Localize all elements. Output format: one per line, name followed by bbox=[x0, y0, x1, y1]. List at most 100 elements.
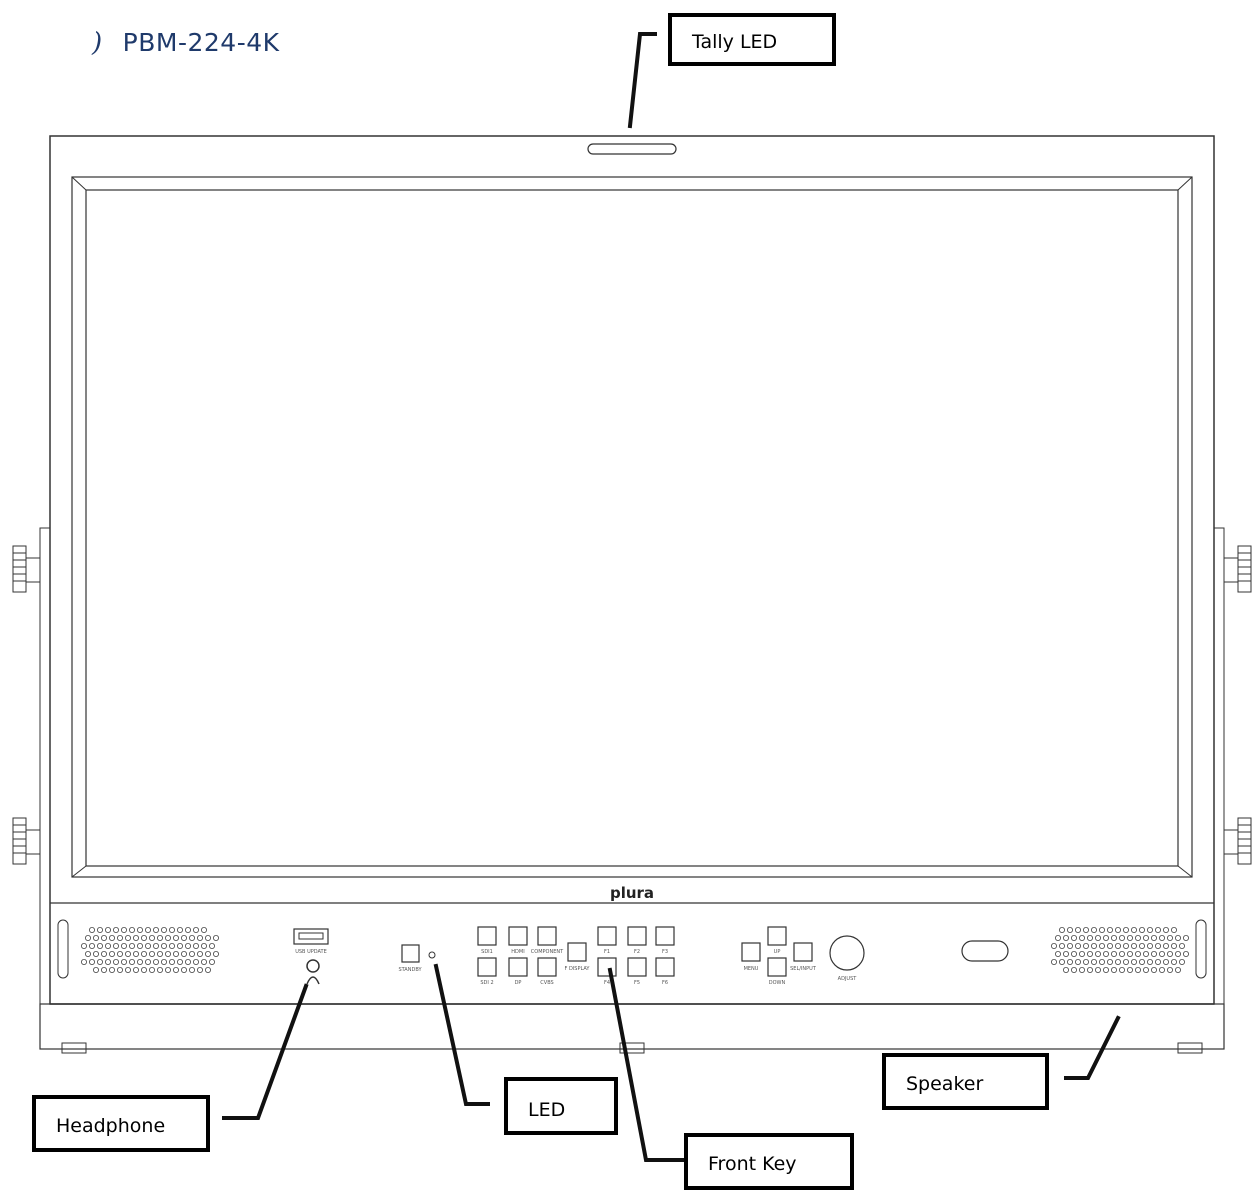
speaker-hole bbox=[1175, 935, 1182, 942]
svg-text:SDI1: SDI1 bbox=[481, 949, 493, 955]
speaker-hole bbox=[176, 927, 183, 934]
speaker-hole bbox=[172, 935, 179, 942]
svg-text:F4: F4 bbox=[604, 980, 610, 986]
speaker-hole bbox=[176, 959, 183, 966]
speaker-hole bbox=[1135, 951, 1142, 958]
speaker-hole bbox=[113, 943, 120, 950]
left-speaker-grille bbox=[81, 927, 219, 974]
speaker-hole bbox=[125, 951, 132, 958]
right-upper-knob bbox=[1223, 545, 1252, 593]
speaker-hole bbox=[1175, 967, 1182, 974]
speaker-hole bbox=[168, 959, 175, 966]
speaker-hole bbox=[1183, 951, 1190, 958]
speaker-hole bbox=[1083, 943, 1090, 950]
speaker-hole bbox=[1075, 943, 1082, 950]
speaker-hole bbox=[113, 927, 120, 934]
speaker-hole bbox=[1099, 927, 1106, 934]
speaker-hole bbox=[160, 927, 167, 934]
speaker-hole bbox=[1111, 935, 1118, 942]
speaker-hole bbox=[105, 927, 112, 934]
speaker-hole bbox=[128, 943, 135, 950]
speaker-hole bbox=[1183, 935, 1190, 942]
speaker-hole bbox=[1139, 943, 1146, 950]
speaker-hole bbox=[109, 951, 116, 958]
speaker-hole bbox=[1123, 927, 1130, 934]
headphone-callout: Headphone bbox=[32, 1095, 210, 1152]
speaker-hole bbox=[1167, 951, 1174, 958]
speaker-hole bbox=[1151, 967, 1158, 974]
monitor-stand bbox=[39, 1003, 1225, 1050]
speaker-hole bbox=[1067, 943, 1074, 950]
speaker-hole bbox=[148, 935, 155, 942]
speaker-hole bbox=[1115, 927, 1122, 934]
speaker-hole bbox=[204, 967, 211, 974]
speaker-hole bbox=[105, 959, 112, 966]
speaker-hole bbox=[192, 927, 199, 934]
speaker-hole bbox=[1087, 967, 1094, 974]
right-lower-knob bbox=[1223, 817, 1252, 865]
speaker-hole bbox=[140, 951, 147, 958]
speaker-hole bbox=[1139, 959, 1146, 966]
right-speaker-grille bbox=[1051, 927, 1190, 974]
speaker-hole bbox=[1071, 935, 1078, 942]
speaker-hole bbox=[1171, 959, 1178, 966]
speaker-hole bbox=[196, 967, 203, 974]
speaker-hole bbox=[101, 951, 108, 958]
speaker-hole bbox=[93, 951, 100, 958]
monitor-drawing: plura USB UPDATE STANDBY SDI1 HDMI COMPO… bbox=[12, 32, 1252, 1162]
speaker-hole bbox=[1123, 943, 1130, 950]
speaker-hole bbox=[200, 959, 207, 966]
speaker-hole bbox=[176, 943, 183, 950]
speaker-hole bbox=[136, 959, 143, 966]
speaker-hole bbox=[97, 927, 104, 934]
speaker-hole bbox=[196, 951, 203, 958]
speaker-hole bbox=[1099, 959, 1106, 966]
headphone-jack bbox=[306, 959, 320, 973]
speaker-hole bbox=[1111, 951, 1118, 958]
component-button bbox=[537, 926, 557, 946]
speaker-hole bbox=[1055, 951, 1062, 958]
speaker-hole bbox=[1103, 951, 1110, 958]
speaker-hole bbox=[212, 935, 219, 942]
speaker-hole bbox=[164, 967, 171, 974]
status-led bbox=[428, 951, 436, 959]
speaker-hole bbox=[144, 959, 151, 966]
speaker-hole bbox=[1079, 951, 1086, 958]
speaker-hole bbox=[1091, 927, 1098, 934]
svg-text:UP: UP bbox=[774, 949, 781, 955]
speaker-hole bbox=[1131, 943, 1138, 950]
speaker-hole bbox=[1051, 943, 1058, 950]
left-upper-knob bbox=[12, 545, 41, 593]
speaker-hole bbox=[1151, 935, 1158, 942]
svg-text:F6: F6 bbox=[662, 980, 668, 986]
led-callout: LED bbox=[504, 1077, 618, 1135]
sdi1-button bbox=[477, 926, 497, 946]
speaker-hole bbox=[1067, 927, 1074, 934]
speaker-hole bbox=[172, 951, 179, 958]
svg-text:COMPONENT: COMPONENT bbox=[531, 949, 564, 955]
speaker-hole bbox=[196, 935, 203, 942]
speaker-hole bbox=[97, 943, 104, 950]
speaker-hole bbox=[1167, 935, 1174, 942]
speaker-hole bbox=[1159, 967, 1166, 974]
speaker-hole bbox=[188, 935, 195, 942]
speaker-hole bbox=[121, 943, 128, 950]
f1-button bbox=[597, 926, 617, 946]
brand-logo: plura bbox=[610, 884, 654, 902]
f4-button bbox=[597, 957, 617, 977]
speaker-hole bbox=[1063, 967, 1070, 974]
speaker-hole bbox=[1083, 927, 1090, 934]
speaker-hole bbox=[109, 935, 116, 942]
tally-led-leader bbox=[627, 32, 657, 129]
speaker-hole bbox=[144, 927, 151, 934]
speaker-hole bbox=[1075, 959, 1082, 966]
svg-text:ADJUST: ADJUST bbox=[838, 976, 858, 982]
f6-button bbox=[655, 957, 675, 977]
speaker-hole bbox=[1095, 967, 1102, 974]
speaker-hole bbox=[1103, 935, 1110, 942]
speaker-hole bbox=[125, 935, 132, 942]
speaker-hole bbox=[1095, 951, 1102, 958]
dp-button bbox=[508, 957, 528, 977]
speaker-hole bbox=[172, 967, 179, 974]
speaker-hole bbox=[1067, 959, 1074, 966]
